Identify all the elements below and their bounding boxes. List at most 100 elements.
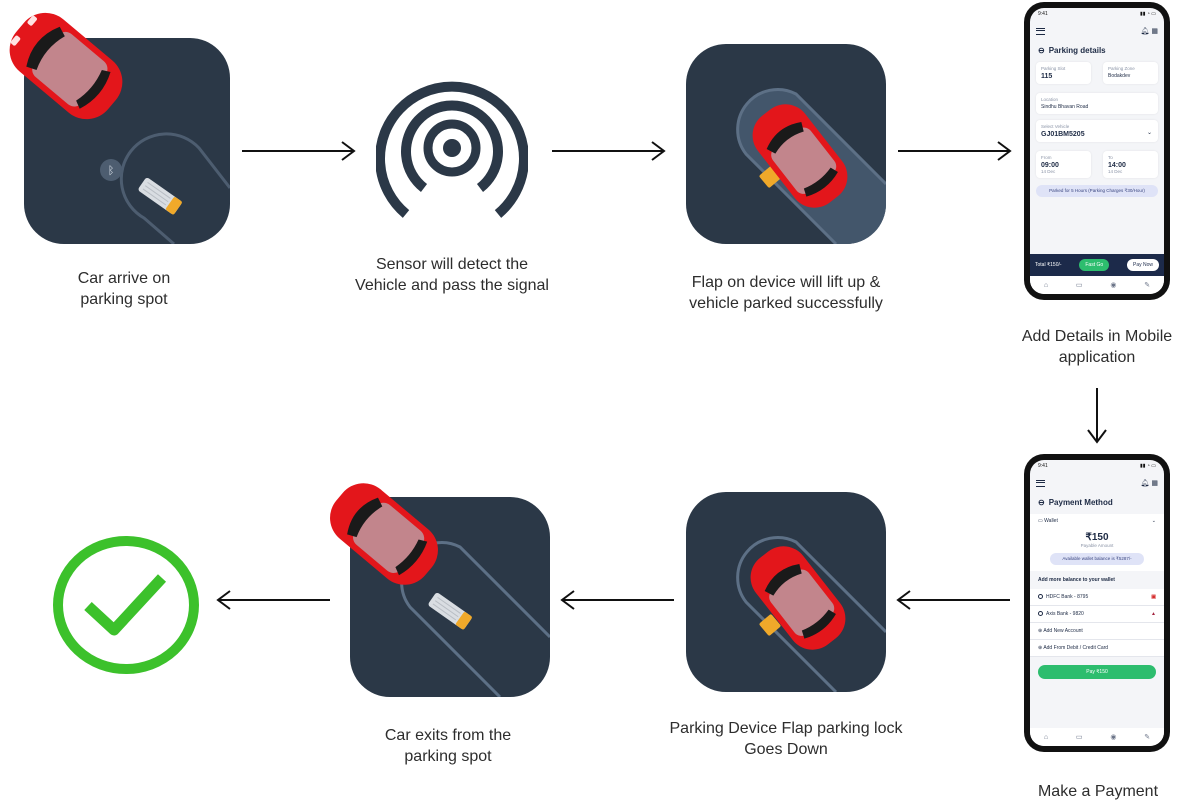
arrow-left-icon — [560, 590, 674, 610]
car-icon — [9, 12, 123, 120]
page-title: Parking details — [1048, 46, 1106, 55]
arrow-right-icon — [898, 141, 1012, 161]
caption-line: Vehicle and pass the signal — [355, 277, 549, 294]
field-date: 14 Dec — [1108, 169, 1123, 174]
flap-up-tile — [686, 44, 886, 244]
pay-now-button[interactable]: Pay Now — [1126, 259, 1159, 271]
caption-line: Parking Device Flap parking lock — [669, 720, 903, 737]
radio-icon[interactable] — [1038, 611, 1043, 617]
radio-icon[interactable] — [1038, 594, 1043, 600]
parking-zone-card: Parking Zone Bodakdev — [1103, 62, 1158, 84]
axis-logo-icon: ▲ — [1151, 611, 1156, 617]
car-nav-icon[interactable]: ▭ — [1076, 733, 1083, 741]
payment-footer: Total ₹150/- Fast Go Pay Now — [1030, 254, 1164, 276]
location-icon[interactable]: ◉ — [1110, 733, 1116, 741]
menu-icon[interactable] — [1036, 479, 1045, 487]
caption-sensor: Sensor will detect the Vehicle and pass … — [332, 254, 572, 296]
field-label: Parking Slot — [1041, 66, 1066, 71]
phone-screen: 9:41 ▮▮ ◔ ▭ 🔔︎ ▦ ⊖ Parking details Parking… — [1030, 8, 1164, 294]
bottom-nav: ⌂ ▭ ◉ ✎ — [1030, 276, 1164, 294]
tools-icon[interactable]: ✎ — [1144, 733, 1150, 741]
phone-payment-method: 9:41 ▮▮ ◔ ▭ 🔔︎ ▦ ⊖ Payment Method ▭ Wallet… — [1024, 454, 1170, 752]
back-icon[interactable]: ⊖ — [1038, 46, 1045, 55]
status-icons: ▮▮ ◔ ▭ — [1139, 463, 1156, 469]
wallet-dropdown[interactable]: ▭ Wallet ⌄ — [1030, 518, 1164, 524]
flap-down-illustration — [736, 536, 886, 692]
phone-screen: 9:41 ▮▮ ◔ ▭ 🔔︎ ▦ ⊖ Payment Method ▭ Wallet… — [1030, 460, 1164, 746]
chevron-down-icon: ⌄ — [1151, 518, 1156, 524]
caption-add-details: Add Details in Mobile application — [1000, 326, 1184, 368]
caption-flap-down: Parking Device Flap parking lock Goes Do… — [646, 718, 926, 760]
caption-line: Add Details in Mobile — [1021, 328, 1173, 345]
caption-line: vehicle parked successfully — [689, 295, 883, 312]
arrow-right-icon — [552, 141, 666, 161]
success-check-icon — [53, 536, 199, 674]
field-value: 115 — [1041, 73, 1053, 80]
wallet-section: ▭ Wallet ⌄ ₹150 Payable Amount Available … — [1030, 514, 1164, 571]
field-value: 09:00 — [1041, 162, 1059, 169]
caption-payment: Make a Payment — [1010, 781, 1184, 802]
caption-line: parking spot — [80, 291, 168, 308]
field-label: Location — [1041, 97, 1059, 102]
caption-line: Flap on device will lift up & — [691, 274, 881, 291]
parking-slot-card: Parking Slot 115 — [1036, 62, 1091, 84]
caption-car-exits: Car exits from the parking spot — [340, 725, 556, 767]
car-icon — [330, 483, 438, 585]
parked-car-illustration — [736, 88, 886, 244]
status-time: 9:41 — [1038, 11, 1048, 17]
vehicle-select[interactable]: Select Vehicle GJ01BM5205 ⌄ — [1036, 120, 1158, 142]
home-icon[interactable]: ⌂ — [1044, 282, 1048, 289]
add-card-option[interactable]: ⊕ Add From Debit / Credit Card — [1030, 640, 1164, 657]
field-date: 14 Dec — [1041, 169, 1056, 174]
payable-amount: ₹150 — [1085, 532, 1109, 543]
option-label: Add New Account — [1043, 628, 1083, 634]
menu-icon[interactable] — [1036, 27, 1045, 35]
hdfc-logo-icon: ▣ — [1151, 594, 1156, 600]
sensor-signal-icon — [376, 81, 528, 218]
field-value: GJ01BM5205 — [1041, 131, 1085, 138]
caption-line: Make a Payment — [1037, 783, 1159, 800]
arrow-left-icon — [896, 590, 1010, 610]
bank-name: Axis Bank - 9820 — [1046, 611, 1084, 617]
pay-button[interactable]: Pay ₹150 — [1038, 665, 1156, 679]
chevron-down-icon: ⌄ — [1146, 130, 1152, 136]
bank-option-axis[interactable]: Axis Bank - 9820 ▲ — [1030, 606, 1164, 623]
tools-icon[interactable]: ✎ — [1144, 281, 1150, 289]
status-icons: ▮▮ ◔ ▭ — [1139, 11, 1156, 17]
caption-line: application — [1058, 349, 1136, 366]
payable-amount-label: Payable Amount — [1080, 543, 1114, 548]
wallet-label: Wallet — [1044, 518, 1058, 524]
page-title: Payment Method — [1048, 498, 1113, 507]
bell-icon[interactable]: 🔔︎ ▦ — [1141, 27, 1158, 35]
bell-icon[interactable]: 🔔︎ ▦ — [1141, 479, 1158, 487]
home-icon[interactable]: ⌂ — [1044, 734, 1048, 741]
arrow-right-icon — [242, 141, 356, 161]
field-label: Select Vehicle — [1041, 124, 1070, 129]
field-label: To — [1108, 155, 1113, 160]
option-label: Add From Debit / Credit Card — [1043, 645, 1109, 651]
back-icon[interactable]: ⊖ — [1038, 498, 1045, 507]
location-icon[interactable]: ◉ — [1110, 281, 1116, 289]
location-card: Location Sindhu Bhavan Road — [1036, 93, 1158, 114]
arrow-down-icon — [1087, 388, 1107, 444]
bank-option-hdfc[interactable]: HDFC Bank - 8795 ▣ — [1030, 589, 1164, 606]
svg-text:ᛒ: ᛒ — [108, 164, 115, 177]
car-icon — [750, 546, 846, 650]
field-label: From — [1041, 155, 1052, 160]
from-card[interactable]: From 09:00 14 Dec — [1036, 151, 1091, 178]
fast-go-button[interactable]: Fast Go — [1079, 259, 1110, 271]
caption-line: Sensor will detect the — [375, 256, 529, 273]
bottom-nav: ⌂ ▭ ◉ ✎ — [1030, 728, 1164, 746]
wallet-balance: Available wallet balance is ₹5287/- — [1050, 553, 1144, 565]
caption-line: Car arrive on — [77, 270, 171, 287]
parking-lock-device — [138, 178, 182, 215]
parking-charge-note: Parked for 5 Hours (Parking Charges ₹30/… — [1036, 185, 1158, 197]
add-account-option[interactable]: ⊕ Add New Account — [1030, 623, 1164, 640]
field-value: Sindhu Bhavan Road — [1041, 104, 1089, 110]
car-nav-icon[interactable]: ▭ — [1076, 281, 1083, 289]
total-amount: Total ₹150/- — [1035, 262, 1062, 268]
caption-line: Car exits from the — [384, 727, 512, 744]
caption-car-arrive: Car arrive on parking spot — [24, 268, 224, 310]
caption-line: parking spot — [404, 748, 492, 765]
to-card[interactable]: To 14:00 14 Dec — [1103, 151, 1158, 178]
